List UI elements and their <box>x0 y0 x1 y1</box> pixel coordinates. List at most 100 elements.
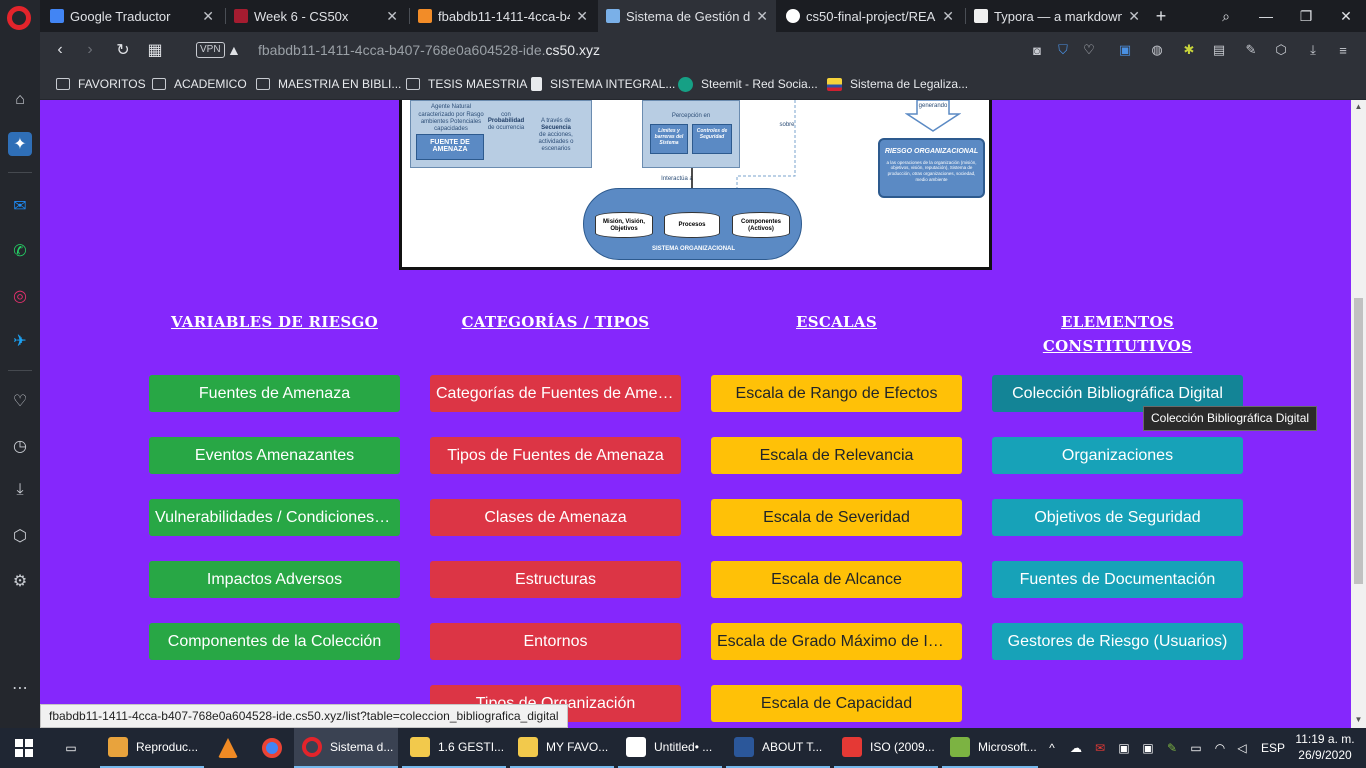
home-icon[interactable]: ⌂ <box>8 88 32 112</box>
organizaciones-button[interactable]: Organizaciones <box>992 437 1243 474</box>
escala-relevancia-button[interactable]: Escala de Relevancia <box>711 437 962 474</box>
taskbar-item-reproductor[interactable]: Reproduc... <box>100 728 204 768</box>
messenger-icon[interactable]: ✉ <box>8 194 32 218</box>
bookmark-tesis[interactable]: TESIS MAESTRIA <box>406 75 527 93</box>
history-icon[interactable]: ◷ <box>8 434 32 458</box>
taskbar-item-gestion[interactable]: 1.6 GESTI... <box>402 728 506 768</box>
taskbar-item-chrome[interactable] <box>252 728 292 768</box>
stack-icon[interactable]: ▤ <box>1211 42 1227 58</box>
estructuras-button[interactable]: Estructuras <box>430 561 681 598</box>
tab-typora[interactable]: Typora — a markdown e ✕ <box>966 0 1148 32</box>
pen-icon[interactable]: ✎ <box>1243 42 1259 58</box>
eventos-amenazantes-button[interactable]: Eventos Amenazantes <box>149 437 400 474</box>
escala-grado-maximo-button[interactable]: Escala de Grado Máximo de Impacto <box>711 623 962 660</box>
instagram-icon[interactable]: ◎ <box>8 284 32 308</box>
settings-icon[interactable]: ⚙ <box>8 569 32 593</box>
tray-counter-icon[interactable]: ▣ <box>1115 739 1133 757</box>
battery-icon[interactable]: ▭ <box>1187 739 1205 757</box>
pen-icon[interactable]: ✎ <box>1163 739 1181 757</box>
chevron-up-icon[interactable]: ^ <box>1043 739 1061 757</box>
tab-week6[interactable]: Week 6 - CS50x ✕ <box>226 0 406 32</box>
translate-icon[interactable]: ▣ <box>1117 42 1133 58</box>
objetivos-seguridad-button[interactable]: Objetivos de Seguridad <box>992 499 1243 536</box>
downloads-icon[interactable]: ⤓ <box>8 478 32 502</box>
warning-icon[interactable]: ▲ <box>227 42 241 58</box>
vpn-badge[interactable]: VPN <box>196 42 225 58</box>
close-icon[interactable]: ✕ <box>576 8 588 25</box>
bookmark-steemit[interactable]: Steemit - Red Socia... <box>678 75 818 93</box>
close-icon[interactable]: ✕ <box>756 8 768 25</box>
heart-icon[interactable]: ♡ <box>8 389 32 413</box>
search-tabs-icon[interactable]: ⌕ <box>1206 0 1246 32</box>
windows-start-button[interactable] <box>0 728 48 768</box>
speed-dial-icon[interactable]: ✦ <box>8 132 32 156</box>
escala-capacidad-button[interactable]: Escala de Capacidad <box>711 685 962 722</box>
clases-amenaza-button[interactable]: Clases de Amenaza <box>430 499 681 536</box>
taskbar-item-word[interactable]: ABOUT T... <box>726 728 830 768</box>
taskbar-item-typora[interactable]: Untitled• ... <box>618 728 722 768</box>
escala-severidad-button[interactable]: Escala de Severidad <box>711 499 962 536</box>
escala-rango-efectos-button[interactable]: Escala de Rango de Efectos <box>711 375 962 412</box>
scroll-up-icon[interactable]: ▲ <box>1354 102 1363 112</box>
wifi-icon[interactable]: ◠ <box>1211 739 1229 757</box>
twitter-icon[interactable]: ✈ <box>8 329 32 353</box>
whatsapp-icon[interactable]: ✆ <box>8 239 32 263</box>
extension-icon[interactable]: ✱ <box>1181 42 1197 58</box>
camera-icon[interactable]: ◙ <box>1029 42 1045 58</box>
componentes-coleccion-button[interactable]: Componentes de la Colección <box>149 623 400 660</box>
categorias-fuentes-button[interactable]: Categorías de Fuentes de Amenaza <box>430 375 681 412</box>
opera-logo-icon[interactable] <box>7 6 31 30</box>
tab-github-readme[interactable]: cs50-final-project/READI ✕ <box>778 0 962 32</box>
extensions-icon[interactable]: ⬡ <box>8 524 32 548</box>
mail-icon[interactable]: ✉ <box>1091 739 1109 757</box>
close-icon[interactable]: ✕ <box>386 8 398 25</box>
escala-alcance-button[interactable]: Escala de Alcance <box>711 561 962 598</box>
bookmark-sistema-integral[interactable]: SISTEMA INTEGRAL... <box>531 75 675 93</box>
onedrive-icon[interactable]: ☁ <box>1067 739 1085 757</box>
forward-button[interactable]: › <box>78 38 102 62</box>
page-scrollbar[interactable]: ▲ ▼ <box>1351 100 1366 728</box>
heart-icon[interactable]: ♡ <box>1081 42 1097 58</box>
reload-button[interactable]: ↻ <box>111 38 135 62</box>
mouse-icon[interactable]: ◍ <box>1149 42 1165 58</box>
gestores-riesgo-button[interactable]: Gestores de Riesgo (Usuarios) <box>992 623 1243 660</box>
close-icon[interactable]: ✕ <box>202 8 214 25</box>
minimize-button[interactable]: — <box>1246 0 1286 32</box>
download-icon[interactable]: ⤓ <box>1305 42 1321 58</box>
fuentes-amenaza-button[interactable]: Fuentes de Amenaza <box>149 375 400 412</box>
close-icon[interactable]: ✕ <box>1128 8 1140 25</box>
bookmark-legalizacion[interactable]: Sistema de Legaliza... <box>827 75 968 93</box>
shield-icon[interactable]: ⛉ <box>1055 42 1071 58</box>
new-tab-button[interactable]: + <box>1141 0 1181 32</box>
taskbar-item-microsoft[interactable]: Microsoft... <box>942 728 1038 768</box>
impactos-adversos-button[interactable]: Impactos Adversos <box>149 561 400 598</box>
close-window-button[interactable]: ✕ <box>1326 0 1366 32</box>
menu-icon[interactable]: ≡ <box>1335 42 1351 58</box>
scroll-thumb[interactable] <box>1354 298 1363 584</box>
cube-icon[interactable]: ⬡ <box>1273 42 1289 58</box>
bookmark-favoritos[interactable]: FAVORITOS <box>56 75 146 93</box>
bookmark-maestria[interactable]: MAESTRIA EN BIBLI... <box>256 75 401 93</box>
tray-counter-icon[interactable]: ▣ <box>1139 739 1157 757</box>
system-clock[interactable]: 11:19 a. m. 26/9/2020 <box>1290 731 1360 763</box>
tipos-fuentes-button[interactable]: Tipos de Fuentes de Amenaza <box>430 437 681 474</box>
close-icon[interactable]: ✕ <box>942 8 954 25</box>
fuentes-documentacion-button[interactable]: Fuentes de Documentación <box>992 561 1243 598</box>
taskbar-item-pdf[interactable]: ISO (2009... <box>834 728 938 768</box>
language-indicator[interactable]: ESP <box>1260 739 1286 757</box>
restore-button[interactable]: ❐ <box>1286 0 1326 32</box>
taskbar-item-vlc[interactable] <box>208 728 248 768</box>
bookmark-academico[interactable]: ACADEMICO <box>152 75 247 93</box>
task-view-icon[interactable]: ▭ <box>56 728 86 768</box>
url-field[interactable]: fbabdb11-1411-4cca-b407-768e0a604528-ide… <box>258 42 600 58</box>
more-icon[interactable]: ⋯ <box>8 676 32 700</box>
vulnerabilidades-button[interactable]: Vulnerabilidades / Condiciones Predispon… <box>149 499 400 536</box>
taskbar-item-favoritos[interactable]: MY FAVO... <box>510 728 614 768</box>
tab-google-traductor[interactable]: Google Traductor ✕ <box>42 0 222 32</box>
tab-sistema-gestion[interactable]: Sistema de Gestión de R ✕ <box>598 0 776 32</box>
entornos-button[interactable]: Entornos <box>430 623 681 660</box>
taskbar-item-opera[interactable]: Sistema d... <box>294 728 398 768</box>
tabs-grid-icon[interactable]: ▦ <box>143 38 167 62</box>
scroll-down-icon[interactable]: ▼ <box>1354 715 1363 725</box>
volume-icon[interactable]: ◁ <box>1233 739 1251 757</box>
